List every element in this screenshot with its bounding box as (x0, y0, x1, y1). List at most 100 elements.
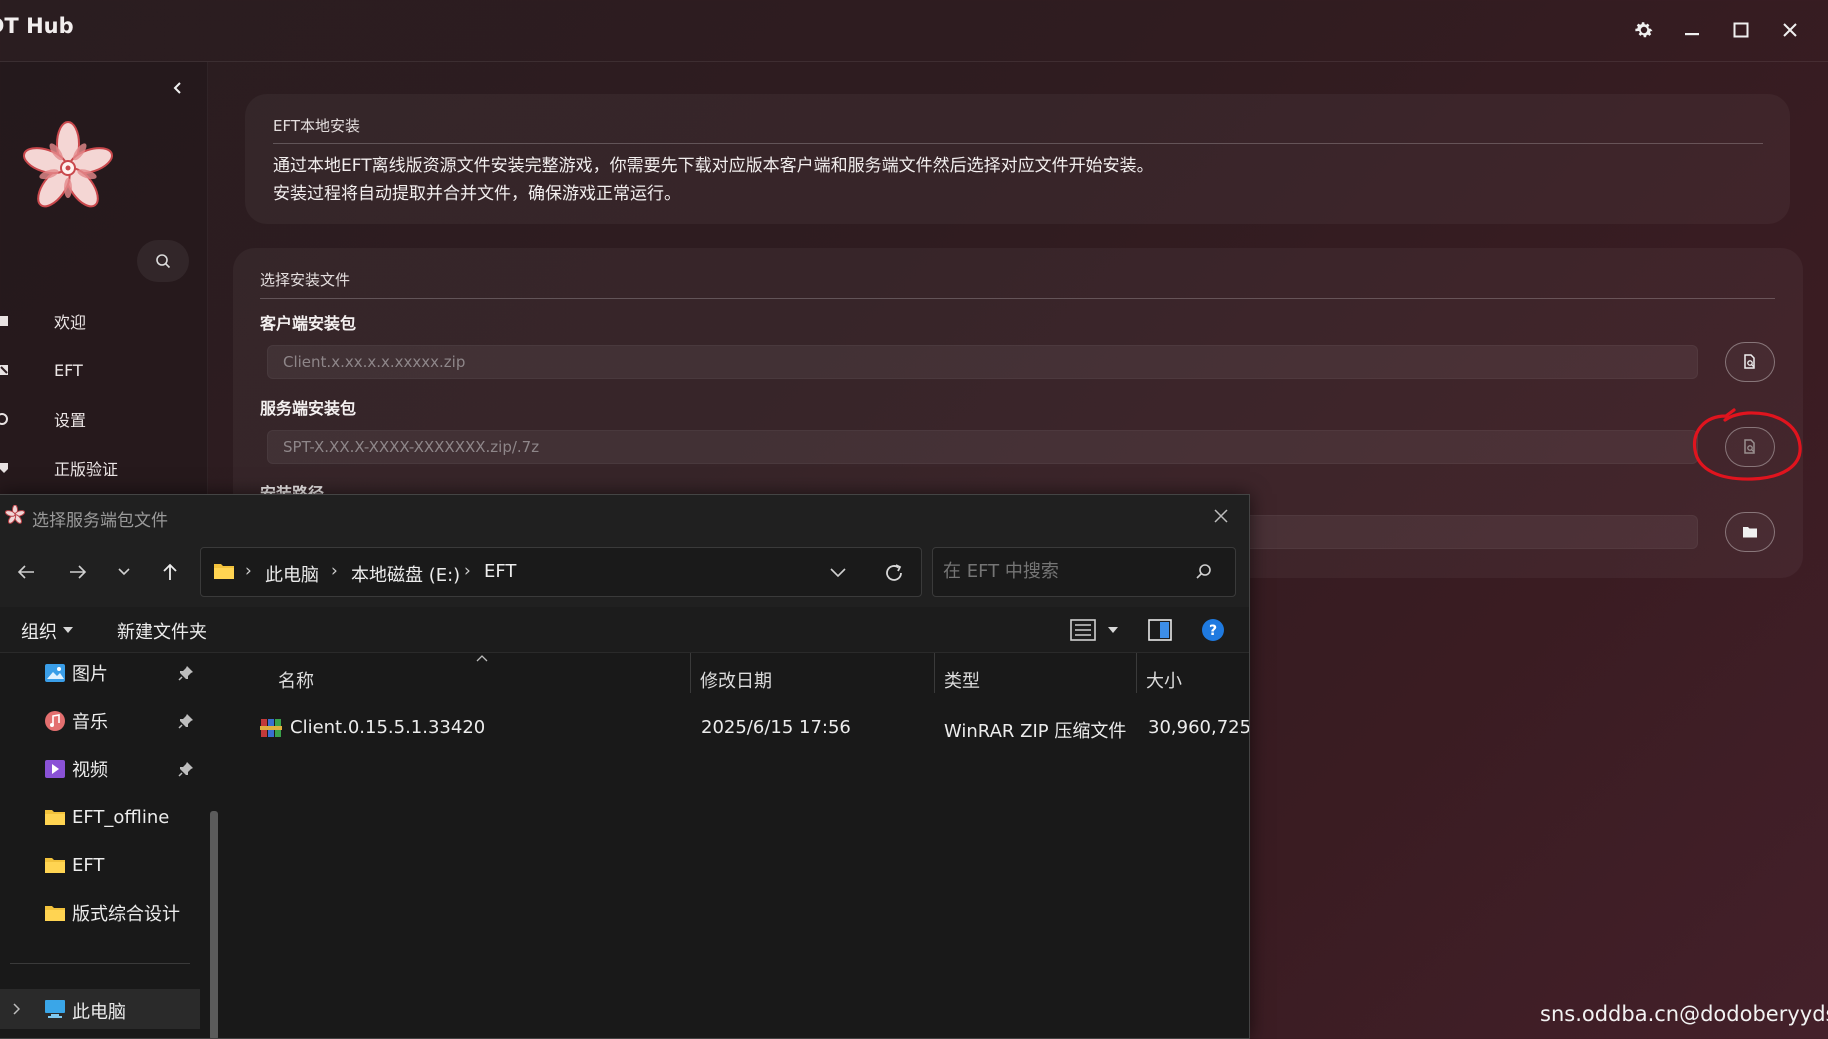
tree-item-pictures[interactable]: 图片 (44, 655, 108, 691)
sidebar-item-eft[interactable]: EFT (0, 351, 200, 389)
view-options-icon[interactable] (1070, 619, 1096, 641)
divider (273, 143, 1763, 144)
tree-item-eft-offline[interactable]: EFT_offline (44, 799, 169, 835)
welcome-icon (0, 313, 14, 329)
file-open-dialog: 选择服务端包文件 › 此电脑 › 本地磁盘 (E:) › EFT 在 EFT 中… (0, 494, 1250, 1039)
file-search-icon (1744, 354, 1755, 369)
breadcrumb-separator: › (331, 561, 338, 581)
install-path-browse-button[interactable] (1725, 512, 1775, 552)
dialog-navigation-row: › 此电脑 › 本地磁盘 (E:) › EFT (0, 537, 1249, 607)
column-header-modified[interactable]: 修改日期 (700, 667, 772, 693)
chevron-right-icon[interactable] (12, 1003, 20, 1015)
tree-item-label: 图片 (72, 664, 108, 685)
pin-icon[interactable] (178, 665, 194, 681)
sort-up-icon (476, 655, 488, 662)
column-header-type[interactable]: 类型 (944, 667, 980, 693)
intro-card: EFT本地安装 通过本地EFT离线版资源文件安装完整游戏，你需要先下载对应版本客… (245, 94, 1790, 224)
maximize-button[interactable] (1721, 12, 1761, 48)
up-button[interactable] (153, 557, 187, 587)
sidebar-item-verify[interactable]: 正版验证 (0, 449, 200, 487)
file-size: 30,960,725 (1148, 717, 1250, 738)
dropdown-arrow-icon[interactable] (1108, 627, 1118, 633)
arrow-left-icon (17, 565, 34, 579)
tree-item-label: 此电脑 (72, 1002, 126, 1023)
tree-item-eft[interactable]: EFT (44, 847, 104, 883)
new-folder-button[interactable]: 新建文件夹 (117, 618, 207, 644)
dropdown-arrow-icon (63, 627, 73, 633)
folder-icon (44, 807, 66, 827)
back-button[interactable] (9, 557, 43, 587)
scrollbar[interactable] (210, 811, 218, 1038)
sidebar-item-welcome[interactable]: 欢迎 (0, 302, 200, 340)
annotation-circle (1692, 408, 1802, 481)
maximize-icon (1733, 22, 1749, 38)
client-package-input[interactable]: Client.x.xx.x.x.xxxxx.zip (267, 345, 1698, 379)
folder-icon (214, 564, 234, 579)
folder-icon (44, 903, 66, 923)
settings-button[interactable] (1624, 12, 1664, 48)
flower-logo (5, 505, 25, 524)
pin-icon[interactable] (178, 761, 194, 777)
preview-pane-icon[interactable] (1148, 619, 1172, 641)
tree-item-video[interactable]: 视频 (44, 751, 108, 787)
folder-icon (1743, 527, 1757, 538)
file-card-title: 选择安装文件 (260, 271, 351, 289)
file-modified: 2025/6/15 17:56 (701, 717, 851, 738)
chevron-left-icon (173, 82, 181, 94)
dialog-command-bar: 组织 新建文件夹 ? (0, 607, 1249, 653)
tree-item-this-pc[interactable]: 此电脑 (0, 989, 200, 1029)
column-header-name[interactable]: 名称 (278, 667, 314, 693)
client-browse-button[interactable] (1725, 342, 1775, 382)
pictures-icon (44, 663, 66, 683)
refresh-icon[interactable] (883, 562, 905, 584)
client-package-label: 客户端安装包 (260, 314, 357, 333)
close-icon (1783, 23, 1797, 37)
watermark: sns.oddba.cn@dodoberyyds (1540, 1002, 1828, 1026)
navigation-pane: 图片 音乐 视频 EFT_offline EFT 版式综合设计 此电脑 (0, 653, 228, 1038)
breadcrumb-drive-e[interactable]: 本地磁盘 (E:) (351, 561, 460, 587)
help-icon[interactable]: ? (1201, 618, 1225, 642)
column-divider[interactable] (1136, 653, 1137, 693)
column-divider[interactable] (690, 653, 691, 693)
winrar-zip-icon (260, 719, 282, 737)
dialog-search-input[interactable] (943, 561, 1183, 582)
divider (260, 298, 1775, 299)
pin-icon[interactable] (178, 713, 194, 729)
recent-locations-button[interactable] (107, 557, 141, 587)
dialog-search-box[interactable] (932, 547, 1236, 597)
sidebar-search-button[interactable] (137, 240, 189, 282)
intro-card-title: EFT本地安装 (273, 117, 361, 135)
tree-item-label: EFT (72, 854, 105, 876)
minimize-button[interactable] (1672, 12, 1712, 48)
folder-icon (44, 855, 66, 875)
settings-icon (0, 411, 14, 427)
arrow-up-icon (163, 563, 177, 580)
close-button[interactable] (1770, 12, 1810, 48)
tree-item-music[interactable]: 音乐 (44, 703, 108, 739)
tree-item-label: EFT_offline (72, 806, 170, 828)
intro-description-line1: 通过本地EFT离线版资源文件安装完整游戏，你需要先下载对应版本客户端和服务端文件… (273, 156, 1154, 176)
sidebar-item-settings[interactable]: 设置 (0, 400, 200, 438)
sidebar-collapse-button[interactable] (164, 74, 192, 102)
tree-item-layout-design[interactable]: 版式综合设计 (44, 895, 180, 931)
dialog-close-button[interactable] (1200, 499, 1242, 533)
breadcrumb-separator: › (464, 561, 471, 581)
table-row[interactable]: Client.0.15.5.1.33420 2025/6/15 17:56 Wi… (230, 701, 1250, 751)
organize-button[interactable]: 组织 (21, 618, 57, 644)
chevron-down-icon[interactable] (829, 567, 847, 579)
close-icon (1214, 509, 1228, 523)
divider (10, 963, 190, 964)
breadcrumb-separator: › (245, 561, 252, 581)
server-package-input[interactable]: SPT-X.XX.X-XXXX-XXXXXXX.zip/.7z (267, 430, 1698, 464)
breadcrumb-this-pc[interactable]: 此电脑 (265, 561, 319, 587)
dialog-title: 选择服务端包文件 (32, 511, 168, 531)
forward-button[interactable] (61, 557, 95, 587)
chevron-down-icon (118, 568, 130, 576)
column-divider[interactable] (934, 653, 935, 693)
search-icon (156, 254, 171, 269)
address-bar[interactable]: › 此电脑 › 本地磁盘 (E:) › EFT (200, 547, 922, 597)
music-icon (44, 711, 66, 731)
column-header-size[interactable]: 大小 (1146, 667, 1182, 693)
computer-icon (45, 1000, 65, 1018)
breadcrumb-eft[interactable]: EFT (484, 561, 516, 582)
